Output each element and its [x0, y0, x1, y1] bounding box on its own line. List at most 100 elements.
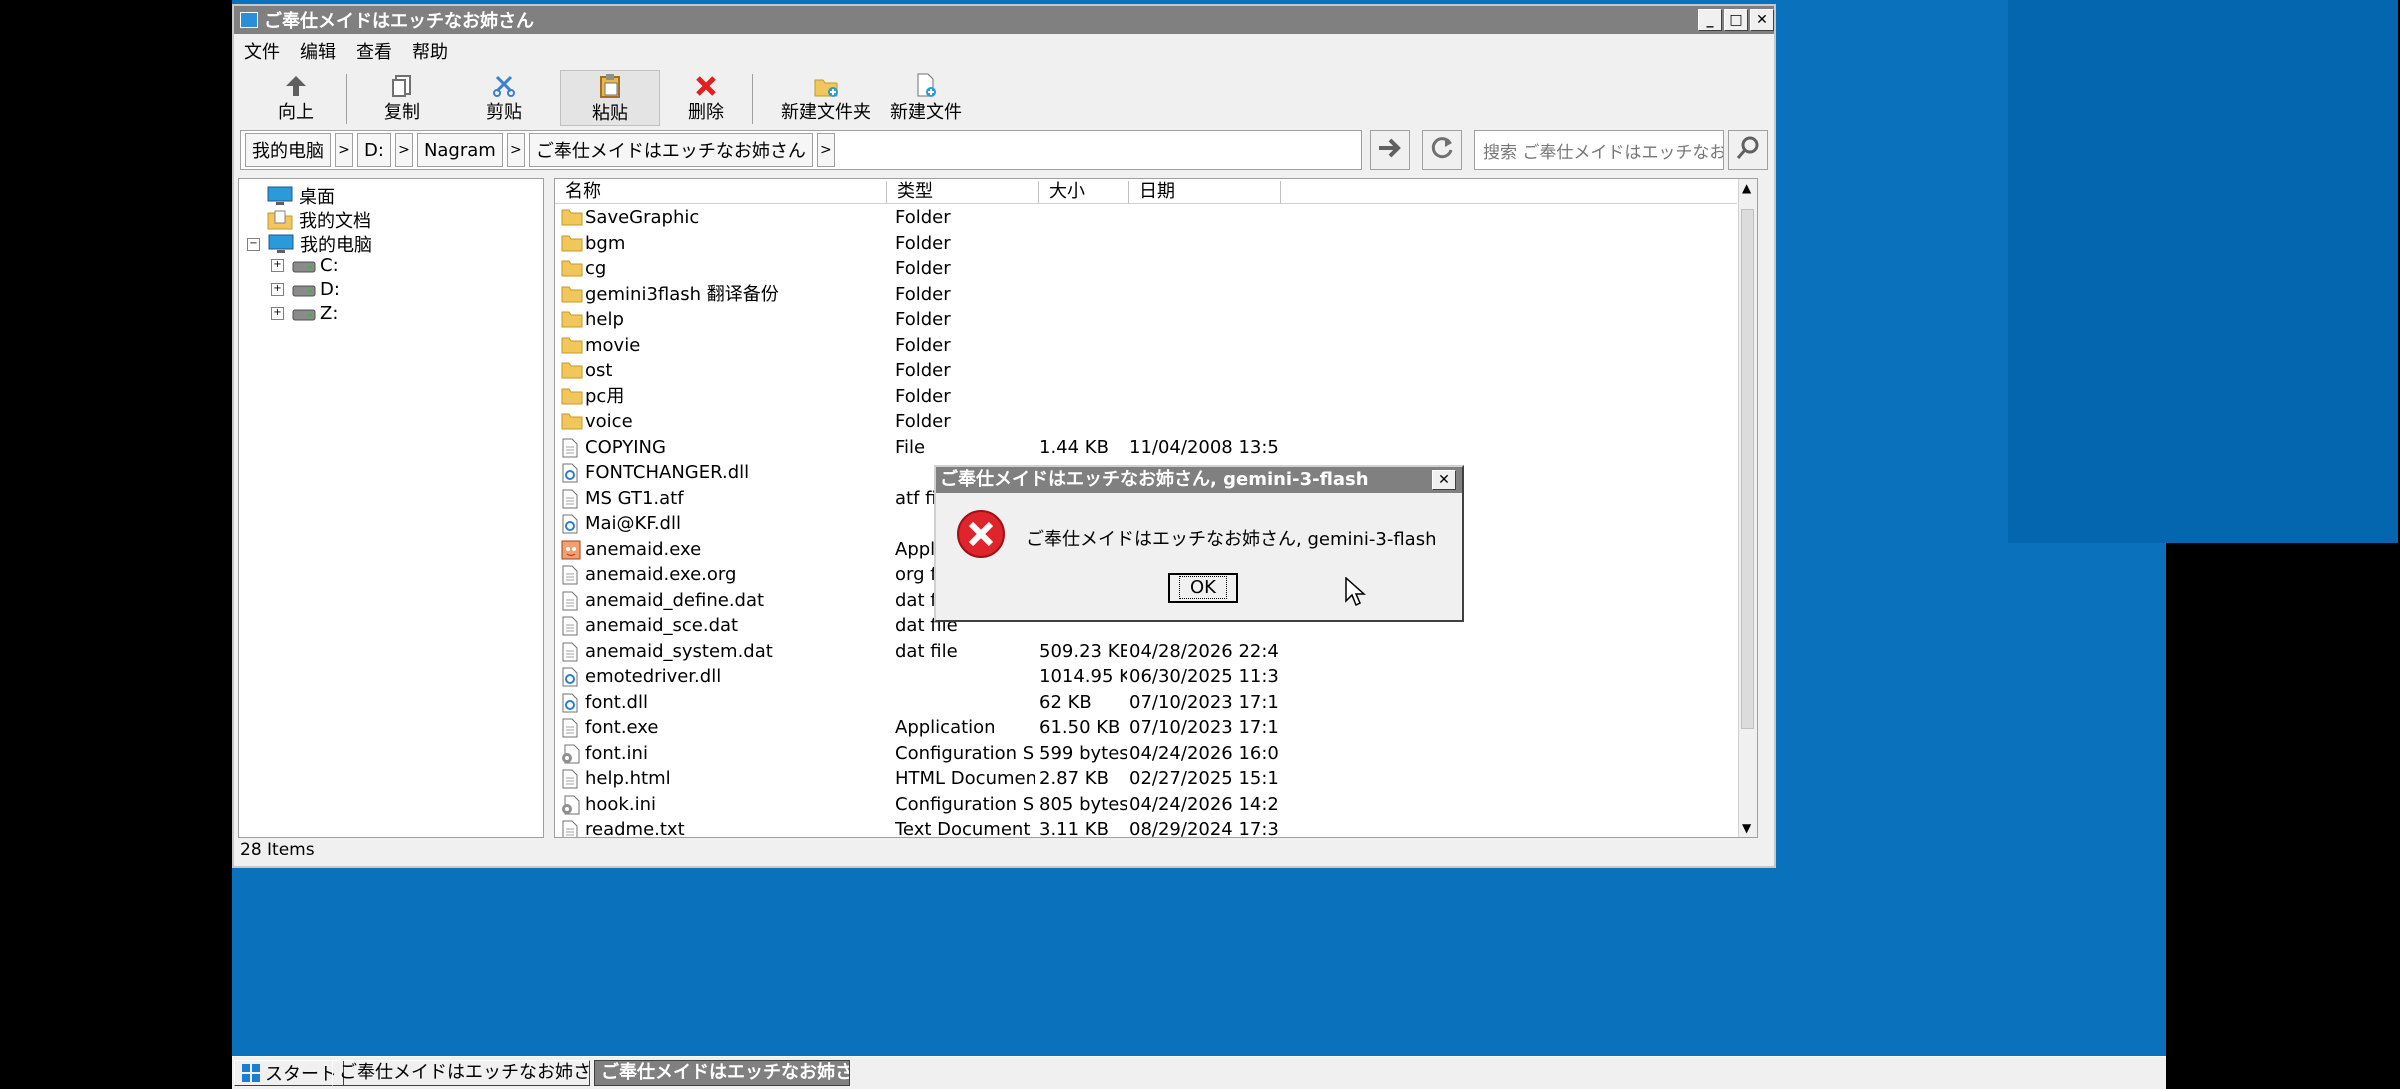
folder-row[interactable]: bgm Folder — [555, 231, 1735, 256]
tree-node-my-computer[interactable]: − 我的电脑 — [247, 231, 372, 257]
menu-help[interactable]: 帮助 — [402, 38, 458, 64]
file-row[interactable]: anemaid_system.dat dat file 509.23 KB 04/28… — [555, 639, 1735, 664]
tree-node-documents[interactable]: 我的文档 — [267, 207, 371, 233]
scroll-down-icon[interactable]: ▼ — [1742, 821, 1751, 835]
taskbar-item-dialog[interactable]: ご奉仕メイドはエッチなお姉さ... — [594, 1060, 850, 1086]
file-icon — [561, 616, 583, 636]
file-type: Configuration Set... — [895, 742, 1035, 764]
copy-icon — [368, 70, 436, 98]
folder-row[interactable]: movie Folder — [555, 333, 1735, 358]
search-button[interactable] — [1728, 130, 1768, 170]
drive-icon — [292, 285, 316, 296]
search-input[interactable]: 搜索 ご奉仕メイドはエッチなお姉 — [1474, 130, 1724, 170]
file-name: font.dll — [585, 691, 648, 713]
new-file-button[interactable]: 新建文件 — [886, 70, 966, 126]
delete-button[interactable]: 删除 — [678, 70, 734, 126]
file-row[interactable]: font.exe Application 61.50 KB 07/10/2023 17… — [555, 715, 1735, 740]
file-date: 07/10/2023 17:16 — [1129, 691, 1279, 713]
paste-button[interactable]: 粘贴 — [560, 70, 660, 126]
new-folder-button[interactable]: 新建文件夹 — [774, 70, 878, 126]
close-button[interactable]: ✕ — [1750, 9, 1774, 31]
tree-node-desktop[interactable]: 桌面 — [267, 183, 335, 209]
go-button[interactable] — [1370, 130, 1410, 170]
ok-button[interactable]: OK — [1168, 573, 1238, 603]
file-icon — [561, 718, 583, 738]
file-row[interactable]: help.html HTML Document 2.87 KB 02/27/2025 … — [555, 766, 1735, 791]
scroll-up-icon[interactable]: ▲ — [1742, 181, 1751, 195]
breadcrumb-drive-d[interactable]: D: — [357, 133, 391, 167]
file-name: font.ini — [585, 742, 648, 764]
scrollbar-thumb[interactable] — [1741, 209, 1754, 729]
dialog-message: ご奉仕メイドはエッチなお姉さん, gemini-3-flash — [1026, 529, 1437, 550]
tree-node-drive-d-label: D: — [320, 279, 340, 300]
file-type: Text Document — [895, 819, 1031, 838]
file-row[interactable]: COPYING File 1.44 KB 11/04/2008 13:54 — [555, 435, 1735, 460]
collapse-icon[interactable]: − — [247, 237, 260, 251]
dialog-close-button[interactable]: ✕ — [1432, 470, 1456, 490]
folder-icon — [561, 412, 583, 432]
folder-row[interactable]: gemini3flash 翻译备份 Folder — [555, 282, 1735, 307]
up-button[interactable]: 向上 — [268, 70, 324, 126]
file-name: FONTCHANGER.dll — [585, 462, 750, 483]
file-name: help.html — [585, 768, 671, 789]
expand-icon[interactable]: + — [271, 307, 284, 320]
explorer-app-icon — [240, 12, 258, 28]
menu-file[interactable]: 文件 — [234, 38, 290, 64]
menu-view[interactable]: 查看 — [346, 38, 402, 64]
minimize-button[interactable]: _ — [1698, 9, 1722, 31]
folder-row[interactable]: SaveGraphic Folder — [555, 205, 1735, 230]
dll-icon — [561, 667, 583, 687]
chevron-right-icon[interactable]: > — [394, 133, 413, 167]
maximize-button[interactable]: □ — [1724, 9, 1748, 31]
copy-button[interactable]: 复制 — [368, 70, 436, 126]
column-header-name[interactable]: 名称 — [555, 181, 887, 203]
file-size: 2.87 KB — [1039, 768, 1109, 789]
gear-file-icon — [561, 744, 583, 764]
gear-file-icon — [561, 795, 583, 815]
breadcrumb-current-folder[interactable]: ご奉仕メイドはエッチなお姉さん — [528, 133, 813, 167]
chevron-right-icon[interactable]: > — [506, 133, 525, 167]
file-row[interactable]: font.dll 62 KB 07/10/2023 17:16 — [555, 690, 1735, 715]
file-type: Folder — [895, 411, 951, 432]
folder-tree[interactable]: 桌面 我的文档 − 我的电脑 + C: + D: + Z: — [238, 178, 544, 838]
cut-button[interactable]: 剪贴 — [470, 70, 538, 126]
file-row[interactable]: font.ini Configuration Set...599 bytes04/… — [555, 741, 1735, 766]
explorer-window: ご奉仕メイドはエッチなお姉さん _ □ ✕ 文件 编辑 查看 帮助 向上 复制 … — [232, 4, 1776, 868]
folder-row[interactable]: cg Folder — [555, 256, 1735, 281]
folder-row[interactable]: help Folder — [555, 307, 1735, 332]
title-bar[interactable]: ご奉仕メイドはエッチなお姉さん _ □ ✕ — [234, 6, 1774, 34]
taskbar-item-explorer[interactable]: ご奉仕メイドはエッチなお姉さん — [332, 1060, 590, 1086]
column-header-size[interactable]: 大小 — [1039, 181, 1129, 203]
address-bar[interactable]: 我的电脑 > D: > Nagram > ご奉仕メイドはエッチなお姉さん > — [240, 130, 1362, 170]
chevron-right-icon[interactable]: > — [335, 133, 353, 167]
app-icon — [561, 540, 583, 560]
file-row[interactable]: hook.ini Configuration Set...805 bytes04/… — [555, 792, 1735, 817]
vertical-scrollbar[interactable]: ▲ ▼ — [1738, 179, 1757, 837]
toolbar: 向上 复制 剪贴 粘贴 删除 新建文件夹 新建文件 — [234, 68, 1774, 128]
file-icon — [561, 769, 583, 789]
tree-node-drive-d[interactable]: + D: — [271, 279, 340, 300]
tree-node-documents-label: 我的文档 — [299, 211, 371, 232]
dialog-title[interactable]: ご奉仕メイドはエッチなお姉さん, gemini-3-flash — [936, 467, 1462, 493]
column-header-type[interactable]: 类型 — [887, 181, 1039, 203]
refresh-button[interactable] — [1422, 130, 1462, 170]
folder-row[interactable]: voice Folder — [555, 409, 1735, 434]
tree-node-drive-z-label: Z: — [320, 303, 339, 324]
chevron-right-icon[interactable]: > — [816, 133, 835, 167]
expand-icon[interactable]: + — [271, 283, 284, 296]
breadcrumb-nagram[interactable]: Nagram — [416, 133, 503, 167]
folder-row[interactable]: pc用 Folder — [555, 384, 1735, 409]
folder-row[interactable]: ost Folder — [555, 358, 1735, 383]
file-row[interactable]: readme.txt Text Document 3.11 KB 08/29/2024… — [555, 817, 1735, 838]
file-row[interactable]: emotedriver.dll 1014.95 K...06/30/2025 11… — [555, 664, 1735, 689]
start-button[interactable]: スタート — [234, 1060, 344, 1086]
tree-node-drive-z[interactable]: + Z: — [271, 303, 338, 324]
column-header-date[interactable]: 日期 — [1129, 181, 1281, 203]
expand-icon[interactable]: + — [271, 259, 284, 272]
menu-edit[interactable]: 编辑 — [290, 38, 346, 64]
file-size: 61.50 KB — [1039, 717, 1121, 738]
file-name: cg — [585, 258, 607, 279]
breadcrumb-my-computer[interactable]: 我的电脑 — [245, 133, 331, 167]
tree-node-drive-c[interactable]: + C: — [271, 255, 339, 276]
clipboard-icon — [561, 71, 659, 99]
